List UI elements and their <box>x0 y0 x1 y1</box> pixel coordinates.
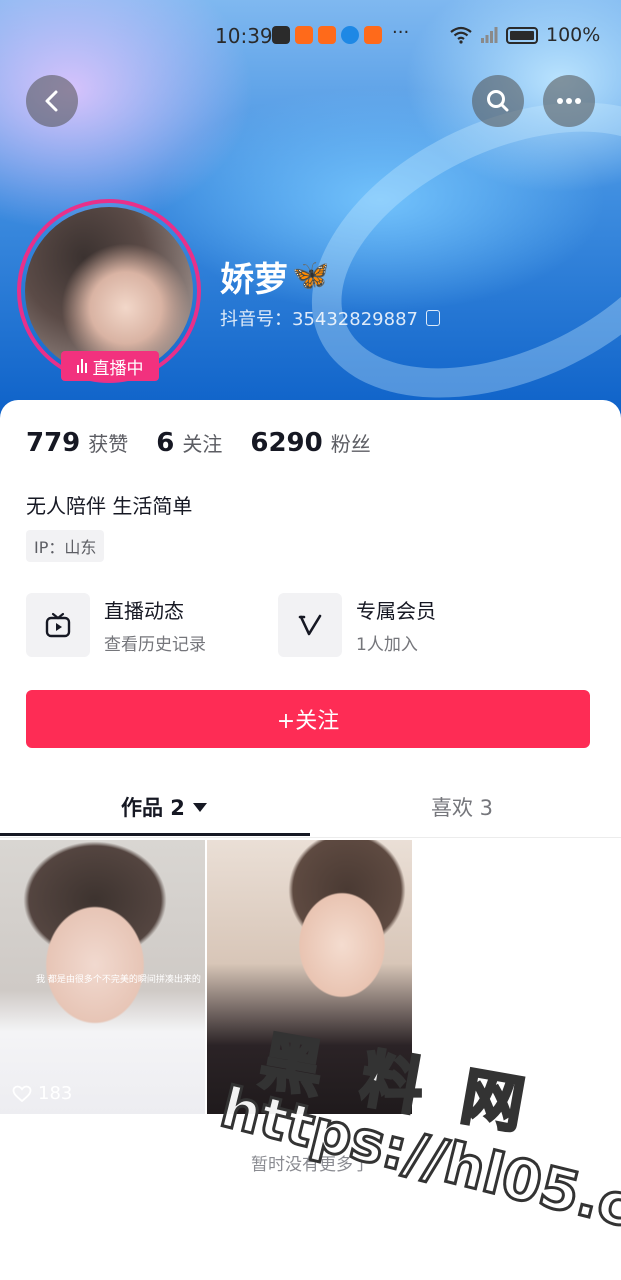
live-history-entry[interactable]: 直播动态 查看历史记录 <box>26 593 206 657</box>
status-right-group: 100% <box>450 24 600 46</box>
stat-label: 关注 <box>182 432 223 456</box>
live-bars-icon <box>76 359 87 373</box>
back-button[interactable] <box>26 75 78 127</box>
app-notification-icon <box>272 26 290 44</box>
stats-row: 779 获赞 6 关注 6290 粉丝 <box>26 428 371 458</box>
app-notification-icon <box>341 26 359 44</box>
profile-name: 娇萝 <box>220 260 288 300</box>
stat-value: 779 <box>26 428 81 458</box>
status-time: 10:39 <box>215 24 273 48</box>
status-bar: 10:39 ··· 100% <box>0 22 621 52</box>
feature-subtitle: 查看历史记录 <box>104 635 206 655</box>
ip-location-tag: IP：山东 <box>26 530 105 562</box>
caret-down-icon <box>192 802 207 812</box>
wifi-icon <box>450 26 472 44</box>
tab-likes[interactable]: 喜欢 3 <box>431 792 493 822</box>
status-app-icons <box>272 26 382 44</box>
feature-title: 直播动态 <box>104 599 184 623</box>
heart-icon <box>12 1085 32 1102</box>
battery-icon <box>506 26 538 44</box>
stat-value: 6290 <box>250 428 323 458</box>
like-count: 183 <box>38 1083 73 1104</box>
status-more-dots: ··· <box>392 22 410 43</box>
profile-bio: 无人陪伴 生活简单 <box>26 494 193 518</box>
stat-followers[interactable]: 6290 粉丝 <box>250 428 370 458</box>
douyin-id[interactable]: 抖音号：35432829887 <box>220 305 440 331</box>
stat-likes[interactable]: 779 获赞 <box>26 428 128 458</box>
follow-button[interactable]: +关注 <box>26 690 590 748</box>
douyin-id-text: 抖音号：35432829887 <box>220 309 418 330</box>
chevron-left-icon <box>45 90 58 112</box>
tv-icon <box>26 593 90 657</box>
vip-membership-entry[interactable]: 专属会员 1人加入 <box>278 593 436 657</box>
more-options-button[interactable] <box>543 75 595 127</box>
signal-icon <box>481 27 498 43</box>
content-tabs: 作品 2 喜欢 3 <box>0 780 621 838</box>
battery-percent: 100% <box>546 24 601 46</box>
live-badge[interactable]: 直播中 <box>61 351 159 381</box>
more-dots-icon <box>557 98 581 104</box>
feature-title: 专属会员 <box>356 599 436 623</box>
feature-subtitle: 1人加入 <box>356 635 418 655</box>
live-badge-label: 直播中 <box>92 358 144 379</box>
app-notification-icon <box>318 26 336 44</box>
stat-label: 粉丝 <box>330 432 371 456</box>
search-icon <box>487 90 509 112</box>
search-button[interactable] <box>472 75 524 127</box>
active-tab-indicator <box>0 833 310 836</box>
vip-v-icon <box>278 593 342 657</box>
avatar-image <box>25 207 193 375</box>
stat-value: 6 <box>156 428 175 458</box>
video-thumbnail[interactable]: 我 都是由很多个不完美的瞬间拼凑出来的 183 <box>0 840 205 1114</box>
stat-following[interactable]: 6 关注 <box>156 428 222 458</box>
tab-works[interactable]: 作品 2 <box>121 792 207 822</box>
app-notification-icon <box>364 26 382 44</box>
video-caption: 我 都是由很多个不完美的瞬间拼凑出来的 <box>36 975 201 985</box>
copy-icon[interactable] <box>425 310 440 326</box>
butterfly-icon: 🦋 <box>292 258 330 293</box>
stat-label: 获赞 <box>88 432 129 456</box>
tab-works-label: 作品 2 <box>121 796 185 820</box>
app-notification-icon <box>295 26 313 44</box>
video-like-count: 183 <box>12 1083 72 1104</box>
